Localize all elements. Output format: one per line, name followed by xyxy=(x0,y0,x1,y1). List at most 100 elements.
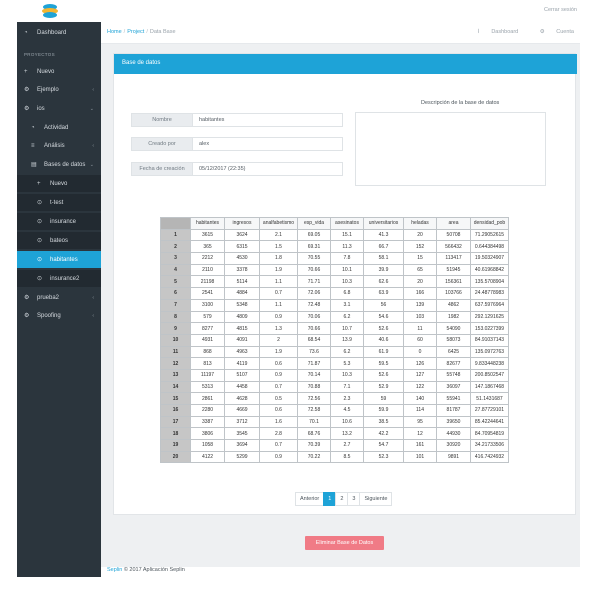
table-cell: 1.1 xyxy=(259,275,298,289)
name-input[interactable]: habitantes xyxy=(193,113,343,127)
sidebar-item-bases-de-datos[interactable]: ▤ Bases de datos ⌄ xyxy=(17,156,101,173)
pagination: Anterior 1 2 3 Siguiente xyxy=(295,492,393,506)
sidebar-item-bateos[interactable]: ⊙ bateos xyxy=(17,232,101,249)
table-cell: 5.3 xyxy=(330,357,364,370)
date-input[interactable]: 05/12/2017 (22:35) xyxy=(193,162,343,176)
sidebar-item-insurance2[interactable]: ⊙ insurance2 xyxy=(17,270,101,287)
column-header: universitarios xyxy=(363,217,404,230)
table-row: 12 813 4119 0.6 71.87 5.3 59.5 126 82677 9.833448… xyxy=(160,357,509,370)
table-cell: 2.1 xyxy=(259,228,298,242)
table-cell: 70.66 xyxy=(297,263,331,277)
sidebar-item-nuevo-db[interactable]: + Nuevo xyxy=(17,175,101,192)
table-cell: 71.29052615 xyxy=(470,228,509,242)
table-cell: 42.2 xyxy=(363,427,404,441)
account-link-label: Cuenta xyxy=(556,29,574,35)
database-card: Base de datos Nombre habitantes Creado p… xyxy=(113,53,577,515)
table-cell: 4963 xyxy=(224,345,260,359)
delete-database-button[interactable]: Eliminar Base de Datos xyxy=(305,536,384,550)
table-row: 8 579 4809 0.9 70.06 6.2 54.6 103 1982 292.129162… xyxy=(160,310,509,324)
sidebar-item-label: habitantes xyxy=(50,256,78,263)
activity-icon: ◔ xyxy=(31,124,35,131)
table-cell: 62.6 xyxy=(363,275,404,289)
table-cell: 1982 xyxy=(436,310,471,324)
footer-brand-link[interactable]: Seplin xyxy=(107,567,122,573)
table-cell: 0 xyxy=(403,345,437,359)
table-cell: 3615 xyxy=(190,228,225,242)
table-cell: 5313 xyxy=(190,380,225,394)
sidebar-item-nuevo[interactable]: + Nuevo xyxy=(17,63,101,80)
table-cell: 51945 xyxy=(436,263,471,277)
database-icon: ▤ xyxy=(31,162,37,168)
table-cell: 1.9 xyxy=(259,345,298,359)
table-cell: 72.58 xyxy=(297,404,331,417)
table-cell: 3378 xyxy=(224,263,260,277)
sidebar-item-actividad[interactable]: ◔ Actividad xyxy=(17,119,101,136)
table-cell: 68.76 xyxy=(297,427,331,441)
main-content: Base de datos Nombre habitantes Creado p… xyxy=(101,44,580,567)
table-cell: 95 xyxy=(403,415,437,429)
sidebar-item-label: Dashboard xyxy=(37,29,67,36)
table-cell: 54.7 xyxy=(363,439,404,452)
table-cell: 1.9 xyxy=(259,263,298,277)
plus-icon: + xyxy=(37,180,41,187)
table-cell: 0.6 xyxy=(259,404,298,417)
logout-link[interactable]: Cerrar sesión xyxy=(544,7,577,13)
sidebar-item-ios[interactable]: ⚙ ios ⌄ xyxy=(17,100,101,117)
gear-icon: ⊙ xyxy=(37,219,43,225)
table-cell: 69.05 xyxy=(297,228,331,242)
sidebar-item-t-test[interactable]: ⊙ t-test xyxy=(17,194,101,211)
table-cell: 10.6 xyxy=(330,415,364,429)
sidebar-item-ejemplo[interactable]: ⚙ Ejemplo ‹ xyxy=(17,81,101,98)
row-index: 7 xyxy=(160,298,191,312)
sidebar-item-insurance[interactable]: ⊙ insurance xyxy=(17,213,101,230)
table-header-row: habitantes ingresos analfabetismo esp_vi… xyxy=(160,217,509,230)
sidebar-item-spoofing[interactable]: ⚙ Spoofing ‹ xyxy=(17,307,101,324)
table-cell: 1.1 xyxy=(259,298,298,312)
table-row: 14 5313 4458 0.7 70.88 7.1 52.9 122 36097 147.186… xyxy=(160,380,509,394)
table-cell: 4931 xyxy=(190,333,225,347)
table-cell: 135.5708904 xyxy=(470,275,509,289)
top-bar: Cerrar sesión xyxy=(17,0,580,22)
dashboard-link[interactable]: ⌇ Dashboard xyxy=(467,29,518,35)
sidebar-item-prueba2[interactable]: ⚙ prueba2 ‹ xyxy=(17,289,101,306)
row-index: 13 xyxy=(160,368,191,382)
pagination-prev[interactable]: Anterior xyxy=(295,492,325,506)
sidebar-item-analisis[interactable]: ≡ Análisis ‹ xyxy=(17,137,101,154)
table-cell: 13.9 xyxy=(330,333,364,347)
creator-input[interactable]: alex xyxy=(193,137,343,151)
table-cell: 6.8 xyxy=(330,287,364,300)
sidebar-item-dashboard[interactable]: ◔ Dashboard xyxy=(17,24,101,41)
table-cell: 73.6 xyxy=(297,345,331,359)
breadcrumb-home[interactable]: Home xyxy=(107,29,122,35)
table-cell: 36097 xyxy=(436,380,471,394)
gear-icon: ⚙ xyxy=(539,29,547,35)
account-link[interactable]: ⚙ Cuenta xyxy=(530,29,574,35)
column-header: analfabetismo xyxy=(259,217,298,230)
plus-icon: + xyxy=(24,68,28,75)
column-header: esp_vida xyxy=(297,217,331,230)
description-label: Descripción de la base de datos xyxy=(421,100,500,106)
table-cell: 4122 xyxy=(190,450,225,464)
table-cell: 416.7424932 xyxy=(470,450,509,464)
description-textarea[interactable] xyxy=(355,112,546,186)
row-index: 16 xyxy=(160,404,191,417)
row-index: 17 xyxy=(160,415,191,429)
sidebar-item-label: t-test xyxy=(50,199,64,206)
sidebar-item-habitantes[interactable]: ⊙ habitantes xyxy=(17,251,101,268)
breadcrumb-project[interactable]: Project xyxy=(127,29,144,35)
table-cell: 55941 xyxy=(436,392,471,405)
table-cell: 1058 xyxy=(190,439,225,452)
table-cell: 6425 xyxy=(436,345,471,359)
table-cell: 2 xyxy=(259,333,298,347)
table-cell: 55748 xyxy=(436,368,471,382)
sidebar-item-label: Actividad xyxy=(44,124,69,131)
table-cell: 21198 xyxy=(190,275,225,289)
table-cell: 70.06 xyxy=(297,310,331,324)
table-cell: 3387 xyxy=(190,415,225,429)
header-links: ⌇ Dashboard ⚙ Cuenta xyxy=(457,29,574,35)
table-cell: 2.8 xyxy=(259,427,298,441)
table-row: 19 1058 3694 0.7 70.39 2.7 54.7 161 30920 34.2173… xyxy=(160,439,509,452)
sidebar-item-label: bateos xyxy=(50,237,69,244)
chevron-down-icon: ⌄ xyxy=(89,105,94,112)
pagination-next[interactable]: Siguiente xyxy=(359,492,393,506)
